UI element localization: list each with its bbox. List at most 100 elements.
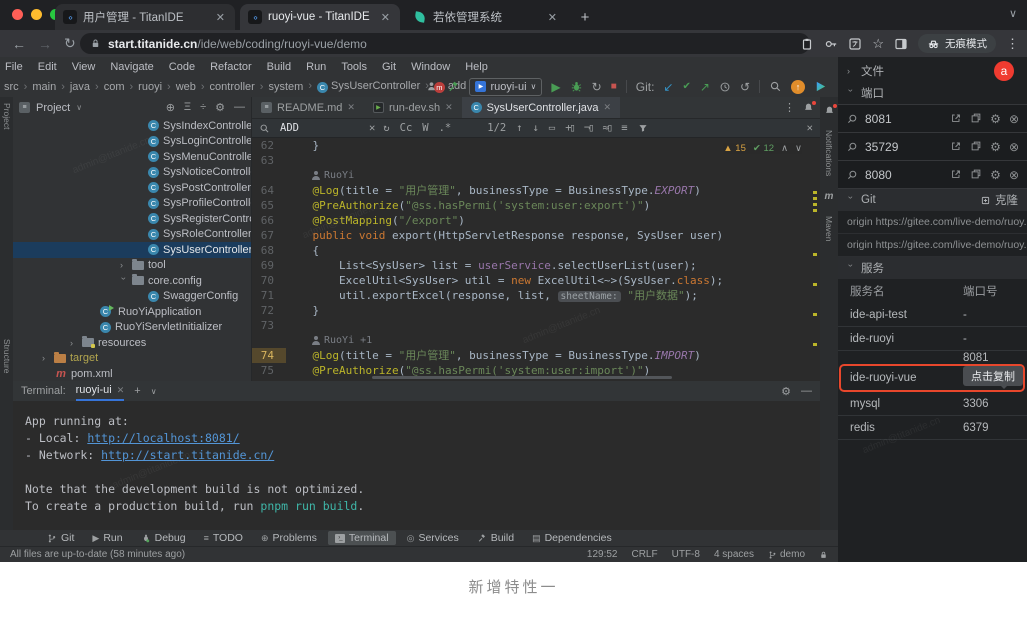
port-row[interactable]: 8081 ⚙ ⊗ bbox=[838, 105, 1027, 133]
prev-match-icon[interactable] bbox=[516, 122, 522, 134]
editor-tab-readme[interactable]: README.md bbox=[252, 97, 364, 118]
browser-tab-3[interactable]: 若依管理系统 bbox=[405, 4, 567, 30]
password-key-icon[interactable] bbox=[824, 37, 838, 51]
caret-position[interactable]: 129:52 bbox=[587, 549, 618, 560]
tree-item[interactable]: target bbox=[13, 351, 251, 367]
clone-button[interactable]: 克隆 bbox=[980, 192, 1018, 208]
address-bar[interactable]: start.titanide.cn/ide/web/coding/ruoyi-v… bbox=[80, 33, 810, 54]
inspections-widget[interactable]: ▲ 15 ✔ 12 ∧ ∨ bbox=[723, 143, 802, 154]
menu-run[interactable]: Run bbox=[306, 61, 326, 73]
toolwindow-run[interactable]: ▶Run bbox=[85, 531, 129, 545]
history-clock-icon[interactable] bbox=[719, 81, 731, 93]
build-hammer-icon[interactable] bbox=[447, 80, 460, 93]
toolwindow-debug[interactable]: Debug bbox=[134, 531, 193, 545]
prev-problem-icon[interactable]: ∧ bbox=[781, 143, 788, 154]
menu-navigate[interactable]: Navigate bbox=[110, 61, 153, 73]
tree-item[interactable]: SysProfileController bbox=[13, 196, 251, 212]
menu-code[interactable]: Code bbox=[169, 61, 195, 73]
ports-section-header[interactable]: 端口 bbox=[838, 82, 1027, 104]
close-window-button[interactable] bbox=[12, 9, 23, 20]
git-branch-widget[interactable]: demo bbox=[768, 549, 805, 560]
browser-tab-1[interactable]: 用户管理 - TitanIDE bbox=[55, 4, 235, 30]
notifications-bell-icon[interactable] bbox=[824, 105, 835, 116]
debug-icon[interactable] bbox=[570, 80, 583, 93]
run-icon[interactable]: ▶ bbox=[551, 80, 560, 94]
user-icon[interactable] bbox=[425, 80, 438, 93]
editor-tab-sysusercontroller[interactable]: SysUserController.java bbox=[462, 97, 620, 118]
terminal-hide-icon[interactable]: — bbox=[801, 385, 812, 398]
service-row[interactable]: ide-api-test - bbox=[838, 303, 1027, 327]
reload-icon[interactable]: ↻ bbox=[64, 35, 76, 52]
network-url-link[interactable]: http://start.titanide.cn/ bbox=[101, 448, 274, 462]
new-tab-button[interactable]: + bbox=[574, 6, 596, 28]
menu-git[interactable]: Git bbox=[382, 61, 396, 73]
toolwindow-services[interactable]: ◎Services bbox=[400, 531, 466, 545]
git-section-header[interactable]: Git 克隆 bbox=[838, 189, 1027, 211]
menu-refactor[interactable]: Refactor bbox=[210, 61, 252, 73]
chevron-right-icon[interactable] bbox=[70, 338, 78, 348]
rollback-icon[interactable]: ↺ bbox=[740, 80, 750, 94]
tree-item[interactable]: SysLoginController bbox=[13, 134, 251, 150]
close-port-icon[interactable]: ⊗ bbox=[1009, 140, 1019, 154]
regex-toggle[interactable]: .* bbox=[439, 122, 452, 134]
tab-close-icon[interactable] bbox=[379, 11, 392, 24]
chevron-right-icon[interactable] bbox=[42, 353, 50, 363]
clipboard-icon[interactable] bbox=[800, 37, 814, 51]
notification-bell-icon[interactable] bbox=[803, 102, 814, 114]
collapse-all-icon[interactable]: ÷ bbox=[200, 101, 206, 114]
menu-tools[interactable]: Tools bbox=[341, 61, 367, 73]
editor-tab-rundev[interactable]: run-dev.sh bbox=[364, 97, 462, 118]
line-ending[interactable]: CRLF bbox=[631, 549, 657, 560]
tool-stripe-structure[interactable]: Structure bbox=[2, 339, 12, 374]
open-in-browser-icon[interactable] bbox=[950, 112, 962, 124]
tab-search-chevron-icon[interactable] bbox=[1009, 7, 1017, 20]
titan-run-icon[interactable] bbox=[814, 80, 827, 93]
menu-help[interactable]: Help bbox=[465, 61, 488, 73]
open-in-find-window-icon[interactable] bbox=[549, 122, 555, 134]
service-row[interactable]: ide-ruoyi - bbox=[838, 327, 1027, 351]
window-controls[interactable] bbox=[12, 9, 61, 20]
menu-file[interactable]: File bbox=[5, 61, 23, 73]
tab-close-icon[interactable] bbox=[347, 102, 355, 113]
git-commit-icon[interactable]: ✔ bbox=[682, 81, 690, 92]
toolwindow-git[interactable]: Git bbox=[40, 531, 81, 545]
port-settings-gear-icon[interactable]: ⚙ bbox=[990, 168, 1001, 182]
close-port-icon[interactable]: ⊗ bbox=[1009, 112, 1019, 126]
crumb-java[interactable]: java bbox=[56, 81, 90, 93]
copy-icon[interactable] bbox=[970, 112, 982, 124]
crumb-com[interactable]: com bbox=[90, 81, 124, 93]
ide-update-icon[interactable] bbox=[791, 80, 805, 94]
back-icon[interactable]: ← bbox=[12, 36, 26, 52]
tree-item-selected[interactable]: SysUserController bbox=[13, 242, 251, 258]
crumb-controller[interactable]: controller bbox=[196, 81, 255, 93]
browser-menu-icon[interactable]: ⋮ bbox=[1006, 36, 1019, 52]
browser-tab-2[interactable]: ruoyi-vue - TitanIDE bbox=[240, 4, 400, 30]
service-row[interactable]: 8081 bbox=[838, 351, 1027, 365]
menu-edit[interactable]: Edit bbox=[38, 61, 57, 73]
tree-item[interactable]: core.config bbox=[13, 273, 251, 289]
tool-stripe-project[interactable]: Project bbox=[2, 103, 12, 129]
terminal-tab[interactable]: ruoyi-ui bbox=[76, 381, 125, 401]
tab-close-icon[interactable] bbox=[546, 11, 559, 24]
tree-item[interactable]: pom.xml bbox=[13, 366, 251, 381]
words-toggle[interactable]: W bbox=[422, 122, 428, 134]
tool-stripe-maven[interactable]: Maven bbox=[824, 216, 834, 242]
crumb-src[interactable]: src bbox=[4, 81, 19, 93]
avatar-badge[interactable]: a bbox=[994, 61, 1014, 81]
project-view-chevron-icon[interactable]: ∨ bbox=[76, 103, 82, 112]
forward-icon[interactable]: → bbox=[38, 36, 52, 52]
crumb-web[interactable]: web bbox=[162, 81, 196, 93]
minimize-window-button[interactable] bbox=[31, 9, 42, 20]
locate-file-icon[interactable]: ⊕ bbox=[166, 101, 175, 114]
chevron-down-icon[interactable] bbox=[119, 277, 129, 285]
run-config-selector[interactable]: ruoyi-ui ∨ bbox=[469, 78, 542, 96]
service-row[interactable]: redis 6379 bbox=[838, 416, 1027, 440]
tree-item[interactable]: RuoYiApplication bbox=[13, 304, 251, 320]
menu-build[interactable]: Build bbox=[267, 61, 291, 73]
menu-window[interactable]: Window bbox=[411, 61, 450, 73]
toolwindow-problems[interactable]: ⊕Problems bbox=[254, 531, 324, 545]
tab-close-icon[interactable] bbox=[604, 102, 612, 113]
tree-item[interactable]: SysNoticeController bbox=[13, 165, 251, 181]
terminal-settings-gear-icon[interactable]: ⚙ bbox=[781, 385, 791, 398]
open-in-browser-icon[interactable] bbox=[950, 140, 962, 152]
